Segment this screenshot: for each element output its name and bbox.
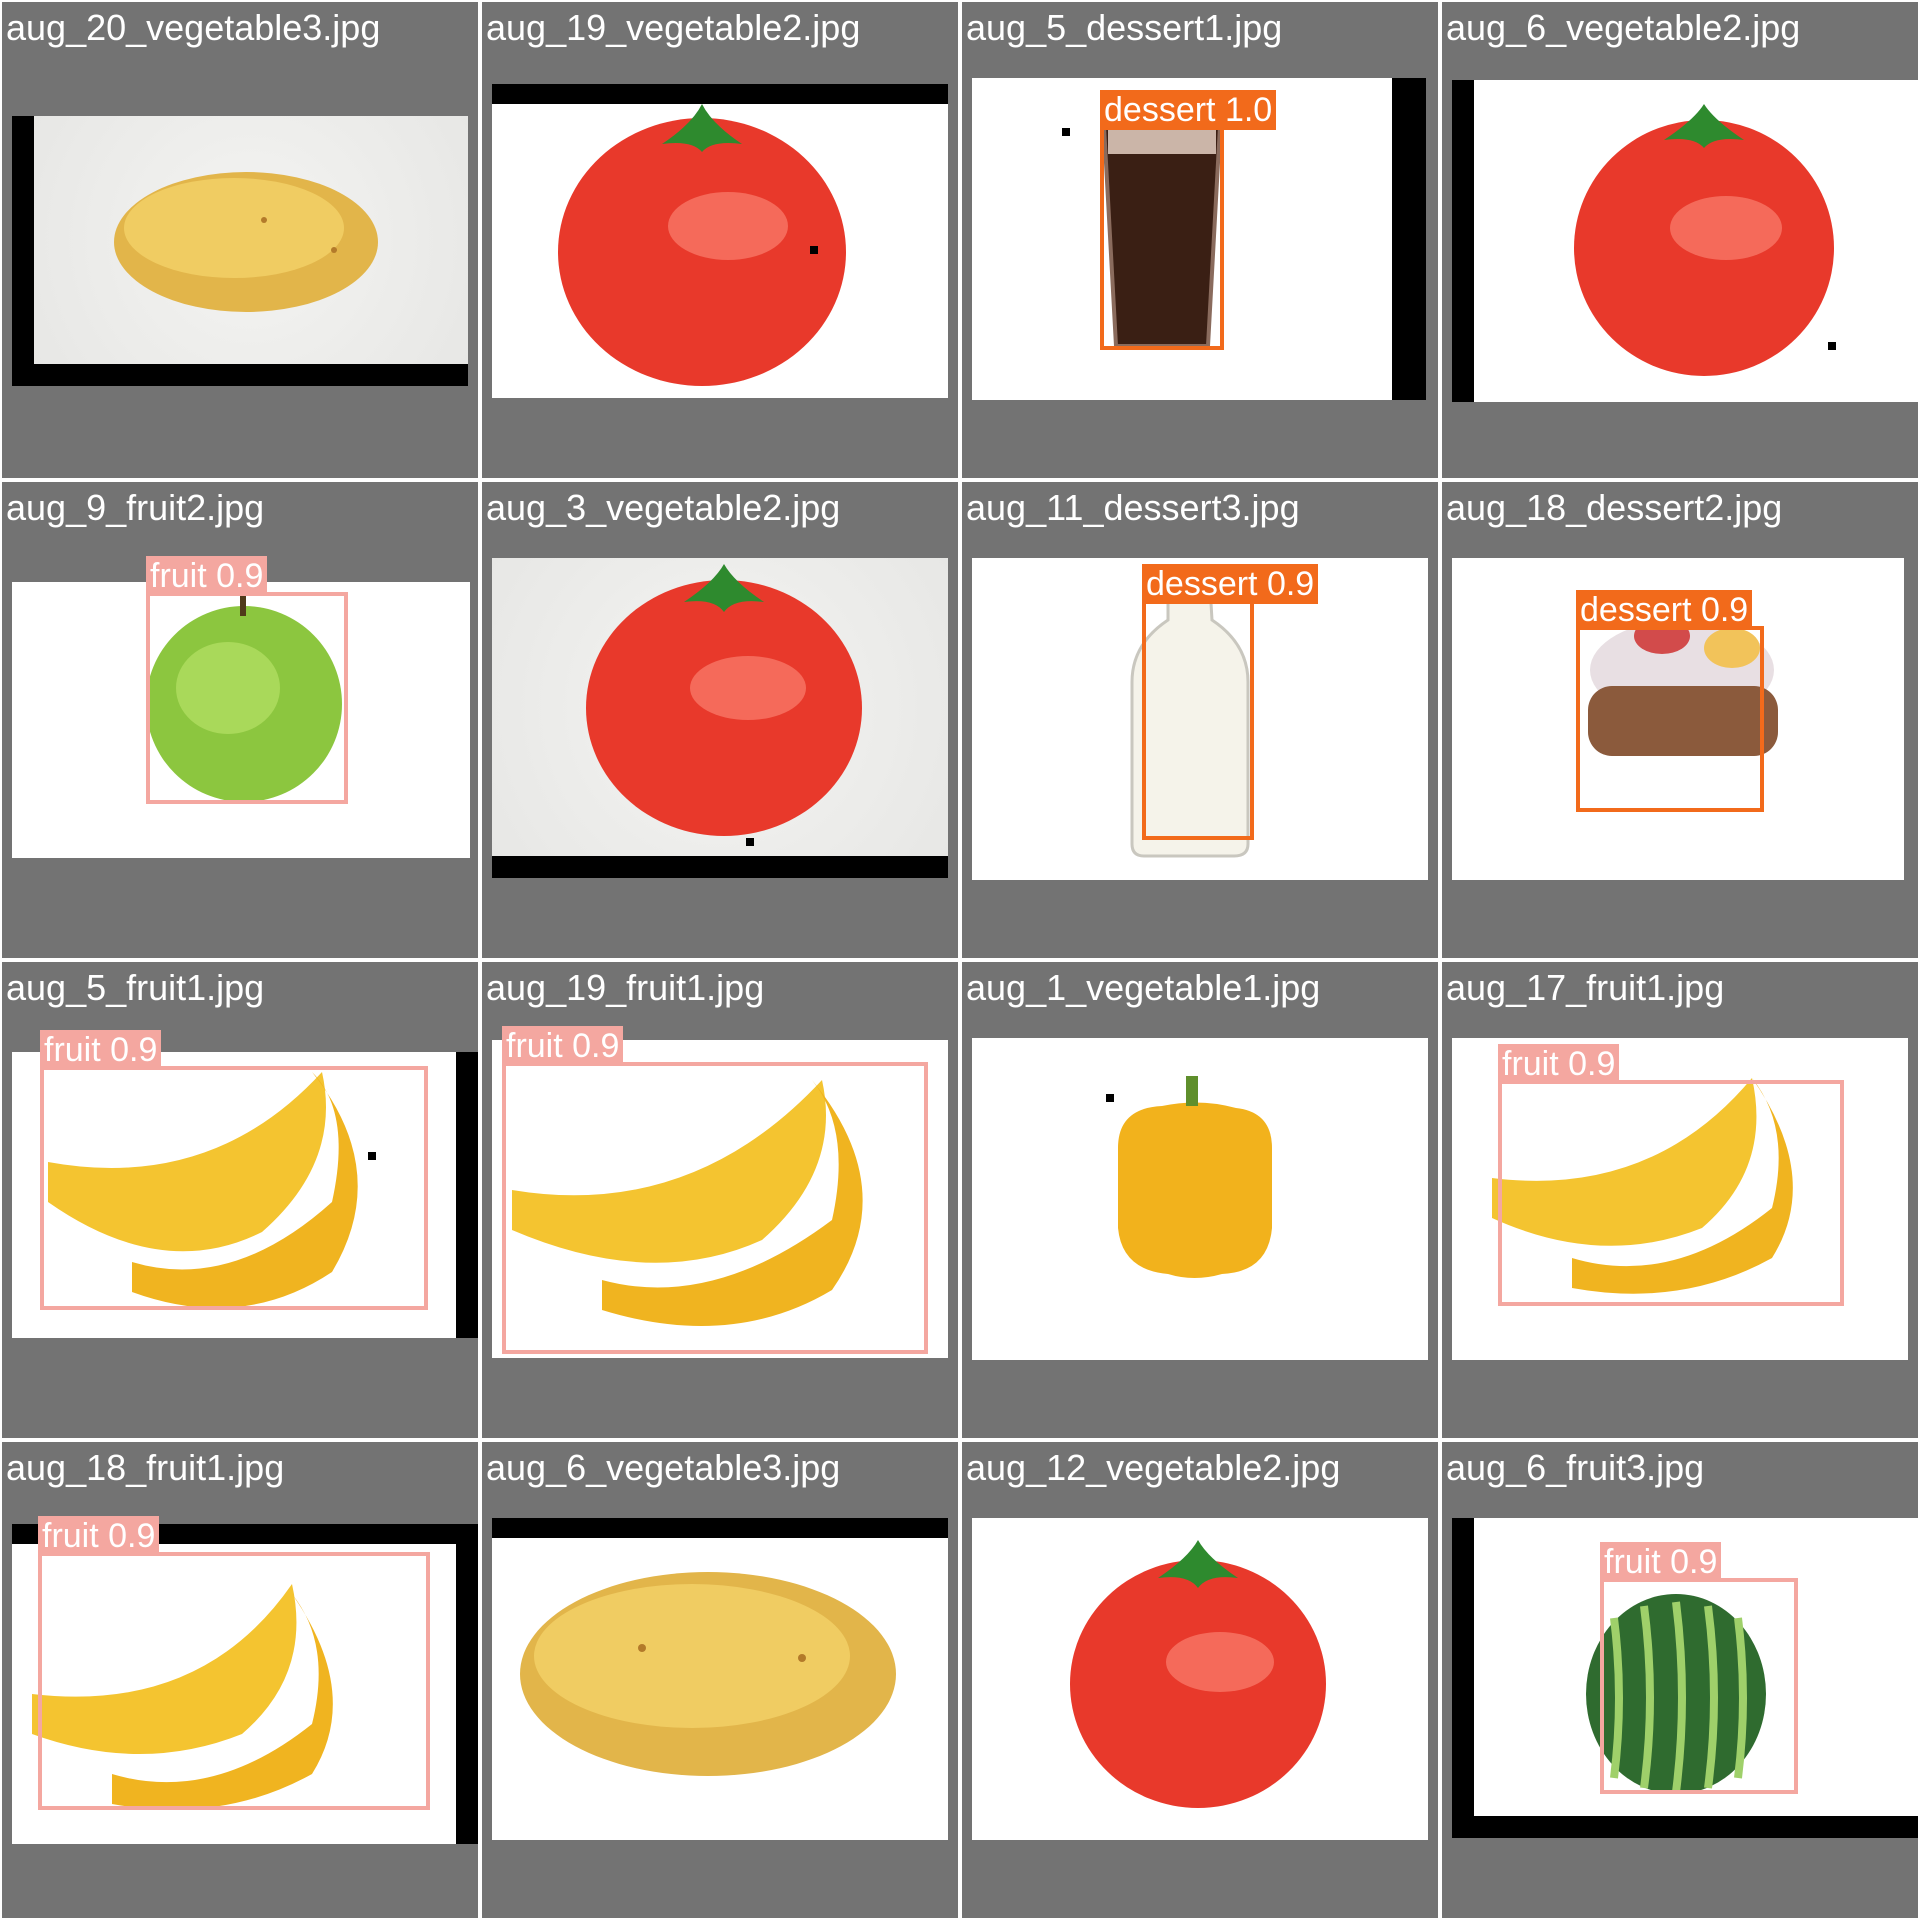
noise-dot: [1828, 342, 1836, 350]
detection-box[interactable]: [1100, 124, 1224, 350]
tile-photo: [492, 558, 948, 878]
tile[interactable]: aug_19_fruit1.jpg fruit 0.9: [482, 962, 958, 1438]
detection-box[interactable]: [40, 1066, 428, 1310]
tile[interactable]: aug_6_fruit3.jpg fruit 0.9: [1442, 1442, 1918, 1918]
tile-filename: aug_6_vegetable2.jpg: [1446, 7, 1801, 48]
tile[interactable]: aug_11_dessert3.jpg dessert 0.9: [962, 482, 1438, 958]
noise-dot: [810, 246, 818, 254]
tile-filename: aug_20_vegetable3.jpg: [6, 7, 381, 48]
tomato-icon: [586, 564, 862, 836]
detection-box[interactable]: [1142, 600, 1254, 840]
tile-filename: aug_12_vegetable2.jpg: [966, 1447, 1341, 1488]
detection-label: fruit 0.9: [40, 1030, 162, 1070]
detection-label: fruit 0.9: [146, 556, 268, 596]
detection-box[interactable]: [1498, 1080, 1844, 1306]
tile-filename: aug_6_fruit3.jpg: [1446, 1447, 1705, 1488]
tile-photo: [1452, 80, 1918, 402]
tile-filename: aug_1_vegetable1.jpg: [966, 967, 1321, 1008]
tile-filename: aug_18_dessert2.jpg: [1446, 487, 1783, 528]
tomato-icon: [558, 104, 846, 386]
tile[interactable]: aug_19_vegetable2.jpg: [482, 2, 958, 478]
detection-box[interactable]: [1600, 1578, 1798, 1794]
tile[interactable]: aug_12_vegetable2.jpg: [962, 1442, 1438, 1918]
detection-label: dessert 0.9: [1142, 564, 1319, 604]
tile-filename: aug_19_vegetable2.jpg: [486, 7, 861, 48]
noise-dot: [1106, 1094, 1114, 1102]
detection-label: dessert 1.0: [1100, 90, 1277, 130]
tile-photo: [972, 1518, 1428, 1840]
detection-label: dessert 0.9: [1576, 590, 1753, 630]
tile-filename: aug_9_fruit2.jpg: [6, 487, 265, 528]
tile-filename: aug_17_fruit1.jpg: [1446, 967, 1725, 1008]
tile[interactable]: aug_5_dessert1.jpg dessert 1.0: [962, 2, 1438, 478]
tile-filename: aug_11_dessert3.jpg: [966, 487, 1300, 528]
noise-dot: [746, 838, 754, 846]
tomato-icon: [1574, 104, 1834, 376]
tile-photo: [492, 84, 948, 398]
detection-box[interactable]: [38, 1552, 430, 1810]
detection-label: fruit 0.9: [1498, 1044, 1620, 1084]
tile[interactable]: aug_9_fruit2.jpg fruit 0.9: [2, 482, 478, 958]
detection-grid: aug_20_vegetable3.jpg aug_19_vegetable2.…: [0, 0, 1920, 1920]
tile-photo: [972, 1038, 1428, 1360]
detection-box[interactable]: [502, 1062, 928, 1354]
tomato-icon: [1070, 1540, 1326, 1808]
noise-dot: [1062, 128, 1070, 136]
detection-label: fruit 0.9: [502, 1026, 624, 1066]
tile-photo: [492, 1518, 948, 1840]
tile[interactable]: aug_5_fruit1.jpg fruit 0.9: [2, 962, 478, 1438]
tile-filename: aug_5_fruit1.jpg: [6, 967, 265, 1008]
tile[interactable]: aug_6_vegetable2.jpg: [1442, 2, 1918, 478]
potato-icon: [520, 1572, 896, 1776]
tile-filename: aug_3_vegetable2.jpg: [486, 487, 841, 528]
yellow-pepper-icon: [1118, 1076, 1272, 1278]
tile[interactable]: aug_17_fruit1.jpg fruit 0.9: [1442, 962, 1918, 1438]
tile-filename: aug_19_fruit1.jpg: [486, 967, 765, 1008]
potato-icon: [114, 172, 378, 312]
tile-photo: [12, 116, 468, 386]
tile[interactable]: aug_1_vegetable1.jpg: [962, 962, 1438, 1438]
tile-filename: aug_18_fruit1.jpg: [6, 1447, 285, 1488]
detection-label: fruit 0.9: [1600, 1542, 1722, 1582]
tile[interactable]: aug_18_fruit1.jpg fruit 0.9: [2, 1442, 478, 1918]
tile-filename: aug_6_vegetable3.jpg: [486, 1447, 841, 1488]
tile[interactable]: aug_18_dessert2.jpg dessert 0.9: [1442, 482, 1918, 958]
detection-box[interactable]: [1576, 626, 1764, 812]
detection-label: fruit 0.9: [38, 1516, 160, 1556]
tile-filename: aug_5_dessert1.jpg: [966, 7, 1283, 48]
detection-box[interactable]: [146, 592, 348, 804]
tile[interactable]: aug_3_vegetable2.jpg: [482, 482, 958, 958]
tile[interactable]: aug_6_vegetable3.jpg: [482, 1442, 958, 1918]
tile[interactable]: aug_20_vegetable3.jpg: [2, 2, 478, 478]
